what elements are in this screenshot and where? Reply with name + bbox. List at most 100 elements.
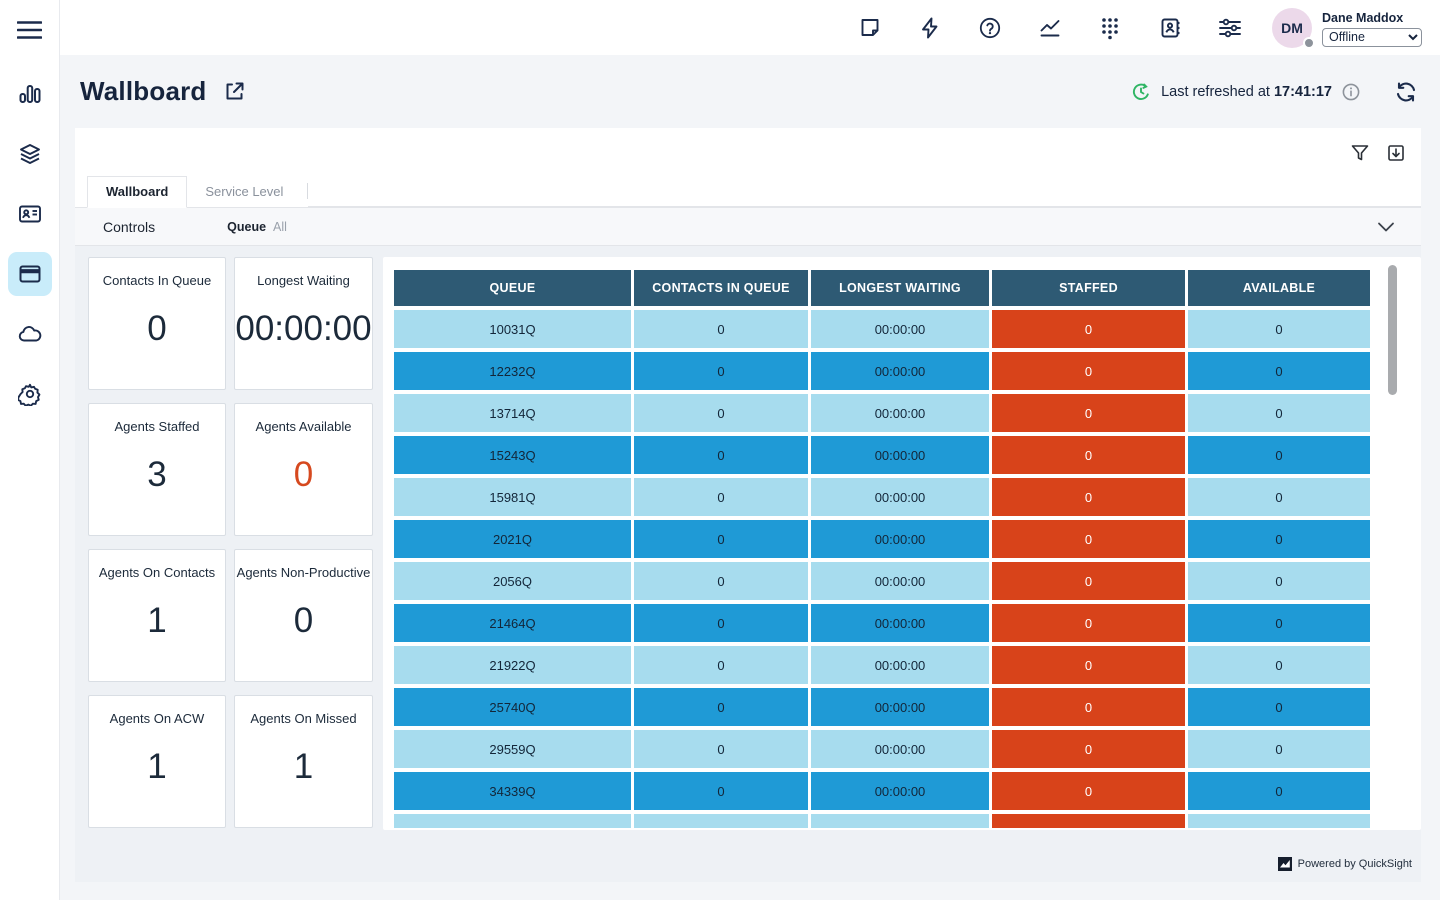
line-chart-icon[interactable]: [1034, 12, 1066, 44]
table-column-header: QUEUE: [394, 270, 631, 306]
info-icon[interactable]: [1342, 83, 1360, 101]
table-cell: 00:00:00: [811, 394, 989, 432]
kpi-value: 0: [89, 308, 225, 348]
table-cell: [1188, 814, 1370, 828]
table-cell: 0: [1188, 478, 1370, 516]
table-cell: 00:00:00: [811, 436, 989, 474]
table-scrollbar[interactable]: [1388, 265, 1397, 395]
table-cell: [394, 814, 631, 828]
zap-icon[interactable]: [914, 12, 946, 44]
table-cell: 0: [634, 562, 808, 600]
table-cell: 0: [634, 520, 808, 558]
refresh-icon[interactable]: [1394, 81, 1418, 103]
sidebar-item-wallboard[interactable]: [8, 252, 52, 296]
menu-icon[interactable]: [12, 14, 48, 46]
table-cell: 25740Q: [394, 688, 631, 726]
kpi-label: Longest Waiting: [235, 258, 372, 288]
table-row: 34339Q000:00:0000: [394, 772, 1370, 810]
kpi-label: Agents On Missed: [235, 696, 372, 726]
sidebar-item-contacts[interactable]: [8, 192, 52, 236]
filter-icon[interactable]: [1351, 144, 1369, 162]
kpi-card: Longest Waiting00:00:00: [234, 257, 373, 390]
table-cell: 0: [992, 520, 1185, 558]
table-cell: 0: [1188, 436, 1370, 474]
agent-status-select[interactable]: Offline: [1322, 28, 1422, 47]
help-icon[interactable]: [974, 12, 1006, 44]
cloud-icon: [17, 323, 43, 345]
table-cell: 0: [634, 394, 808, 432]
tab-service-level[interactable]: Service Level: [187, 177, 301, 208]
kpi-label: Contacts In Queue: [89, 258, 225, 288]
sidebar-item-settings[interactable]: [8, 372, 52, 416]
queue-table-visual: QUEUECONTACTS IN QUEUELONGEST WAITINGSTA…: [383, 257, 1421, 830]
table-cell: 00:00:00: [811, 646, 989, 684]
table-cell: 00:00:00: [811, 562, 989, 600]
table-cell: 0: [992, 604, 1185, 642]
table-cell: 0: [992, 352, 1185, 390]
table-row: 13714Q000:00:0000: [394, 394, 1370, 432]
table-cell: 34339Q: [394, 772, 631, 810]
table-row: 2056Q000:00:0000: [394, 562, 1370, 600]
table-cell: 00:00:00: [811, 772, 989, 810]
table-column-header: LONGEST WAITING: [811, 270, 989, 306]
status-dot: [1303, 37, 1315, 49]
sidebar-item-layers[interactable]: [8, 132, 52, 176]
powered-by-quicksight: Powered by QuickSight: [1278, 857, 1412, 871]
table-row: 29559Q000:00:0000: [394, 730, 1370, 768]
table-cell: 21922Q: [394, 646, 631, 684]
kpi-label: Agents Available: [235, 404, 372, 434]
table-cell: 29559Q: [394, 730, 631, 768]
queue-filter-value[interactable]: All: [273, 220, 287, 234]
kpi-value: 0: [235, 600, 372, 640]
kpi-value: 3: [89, 454, 225, 494]
table-row: 2021Q000:00:0000: [394, 520, 1370, 558]
table-cell: 15243Q: [394, 436, 631, 474]
table-cell: 00:00:00: [811, 352, 989, 390]
table-row: 25740Q000:00:0000: [394, 688, 1370, 726]
page-header: Wallboard Last refreshed at 17:41:17: [60, 55, 1440, 128]
table-cell: 0: [1188, 604, 1370, 642]
note-icon[interactable]: [854, 12, 886, 44]
table-row: 21464Q000:00:0000: [394, 604, 1370, 642]
export-icon[interactable]: [1387, 144, 1405, 162]
table-cell: 2021Q: [394, 520, 631, 558]
kpi-grid: Contacts In Queue0Longest Waiting00:00:0…: [88, 257, 373, 882]
table-cell: 00:00:00: [811, 688, 989, 726]
tab-wallboard[interactable]: Wallboard: [87, 176, 187, 208]
left-sidebar: [0, 0, 60, 900]
kpi-label: Agents Staffed: [89, 404, 225, 434]
table-cell: 0: [1188, 520, 1370, 558]
sidebar-item-cloud[interactable]: [8, 312, 52, 356]
table-cell: 0: [992, 394, 1185, 432]
bar-chart-icon: [18, 82, 42, 106]
kpi-card: Agents On ACW1: [88, 695, 226, 828]
topbar-icon-group: [854, 12, 1246, 44]
table-row: 15243Q000:00:0000: [394, 436, 1370, 474]
sidebar-nav: [8, 72, 52, 416]
dialpad-icon[interactable]: [1094, 12, 1126, 44]
kpi-value: 1: [235, 746, 372, 786]
chevron-down-icon[interactable]: [1377, 221, 1395, 233]
top-bar: DM Dane Maddox Offline: [60, 0, 1440, 55]
table-cell: 0: [634, 772, 808, 810]
sidebar-item-metrics[interactable]: [8, 72, 52, 116]
table-cell: 0: [1188, 394, 1370, 432]
table-cell: 0: [634, 436, 808, 474]
table-cell: 0: [1188, 352, 1370, 390]
table-cell: 00:00:00: [811, 730, 989, 768]
table-cell: 0: [634, 478, 808, 516]
table-cell: 0: [1188, 730, 1370, 768]
table-cell: 0: [1188, 688, 1370, 726]
table-cell: 2056Q: [394, 562, 631, 600]
last-refreshed-time: 17:41:17: [1274, 84, 1332, 100]
contacts-icon[interactable]: [1154, 12, 1186, 44]
window-icon: [18, 262, 42, 286]
external-link-icon[interactable]: [223, 80, 246, 103]
table-cell: 0: [1188, 310, 1370, 348]
tab-divider: [307, 183, 308, 199]
kpi-card: Agents Available0: [234, 403, 373, 536]
table-cell: 12232Q: [394, 352, 631, 390]
sliders-icon[interactable]: [1214, 12, 1246, 44]
table-cell: 0: [1188, 646, 1370, 684]
controls-bar: Controls Queue All: [75, 208, 1421, 246]
